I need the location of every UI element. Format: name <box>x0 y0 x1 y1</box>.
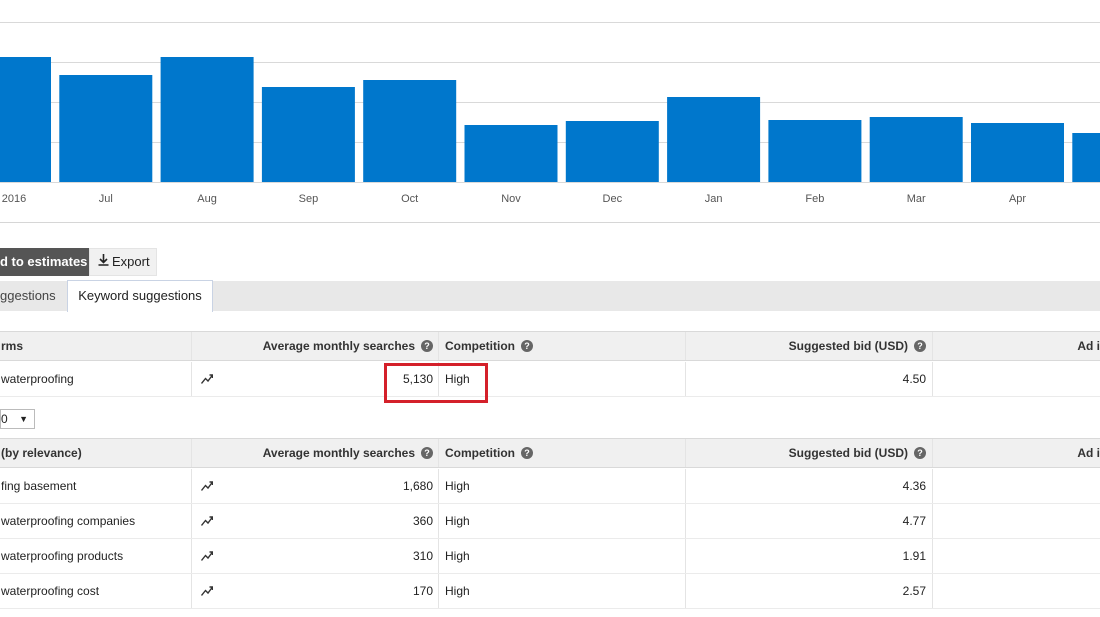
help-icon[interactable]: ? <box>421 340 433 352</box>
table-row: waterproofing companies 360 High 4.77 <box>0 504 1100 539</box>
bar-mar[interactable] <box>869 117 963 182</box>
help-icon[interactable]: ? <box>914 447 926 459</box>
chart-svg: 2016JulAugSepOctNovDecJanFebMarAprM <box>0 22 1100 205</box>
table-row: waterproofing products 310 High 1.91 <box>0 539 1100 574</box>
bar-aug[interactable] <box>160 57 254 182</box>
bar-feb[interactable] <box>768 120 862 182</box>
suggested-bid-cell: 4.50 <box>685 362 932 396</box>
column-header-competition[interactable]: Competition ? <box>438 332 685 360</box>
bar-jan[interactable] <box>667 97 761 182</box>
competition-label: Competition <box>445 339 515 353</box>
trend-icon[interactable] <box>191 362 221 396</box>
chart-divider <box>0 222 1100 223</box>
x-tick-label: Feb <box>805 193 824 205</box>
competition-cell: High <box>438 574 685 608</box>
column-header-suggested-bid[interactable]: Suggested bid (USD) ? <box>685 332 932 360</box>
table-row: waterproofing 5,130 High 4.50 <box>0 362 1100 397</box>
avg-searches-label: Average monthly searches <box>262 339 415 353</box>
avg-searches-cell: 170 <box>412 584 433 598</box>
column-header-suggested-bid[interactable]: Suggested bid (USD) ? <box>685 439 932 467</box>
suggested-bid-cell: 2.57 <box>685 574 932 608</box>
column-header-ad-impression-share[interactable]: Ad i <box>932 439 1100 467</box>
trend-icon[interactable] <box>191 504 221 538</box>
bar-jul[interactable] <box>59 75 153 182</box>
column-header-competition[interactable]: Competition ? <box>438 439 685 467</box>
rows-per-page-value: 0 <box>1 412 8 426</box>
keyword-cell: waterproofing cost <box>1 584 100 598</box>
x-tick-label: Mar <box>907 193 926 205</box>
export-button[interactable]: Export <box>89 248 157 276</box>
competition-cell: High <box>438 504 685 538</box>
x-tick-label: Nov <box>501 193 521 205</box>
suggested-bid-cell: 4.77 <box>685 504 932 538</box>
suggested-bid-label: Suggested bid (USD) <box>788 339 908 353</box>
trend-icon[interactable] <box>191 539 221 573</box>
column-header-avg-searches[interactable]: Average monthly searches ? <box>191 439 438 467</box>
x-tick-label: Apr <box>1009 193 1026 205</box>
bar-dec[interactable] <box>565 121 659 182</box>
x-tick-label: Sep <box>299 193 319 205</box>
highlight-box <box>384 363 488 403</box>
bar-2016[interactable] <box>0 57 51 182</box>
suggested-bid-cell: 4.36 <box>685 469 932 503</box>
column-header-keyword-relevance[interactable]: (by relevance) <box>0 439 191 467</box>
help-icon[interactable]: ? <box>914 340 926 352</box>
results-tabbar: ggestions Keyword suggestions <box>0 280 1100 312</box>
suggested-bid-cell: 1.91 <box>685 539 932 573</box>
search-terms-header: rms Average monthly searches ? Competiti… <box>0 331 1100 361</box>
keyword-cell: waterproofing companies <box>1 514 136 528</box>
x-tick-label: Oct <box>401 193 418 205</box>
trend-icon[interactable] <box>191 469 221 503</box>
x-tick-label: Dec <box>603 193 623 205</box>
ad-impression-cell <box>932 574 1100 608</box>
suggested-bid-label: Suggested bid (USD) <box>788 446 908 460</box>
keyword-cell: waterproofing products <box>1 549 124 563</box>
x-tick-label: Jan <box>705 193 723 205</box>
help-icon[interactable]: ? <box>521 340 533 352</box>
column-header-ad-impression-share[interactable]: Ad i <box>932 332 1100 360</box>
bar-oct[interactable] <box>363 80 457 182</box>
search-volume-chart: 2016JulAugSepOctNovDecJanFebMarAprM <box>0 0 1100 222</box>
ad-impression-cell <box>932 504 1100 538</box>
table-row: fing basement 1,680 High 4.36 <box>0 469 1100 504</box>
avg-searches-cell: 310 <box>412 549 433 563</box>
avg-searches-cell: 1,680 <box>402 479 433 493</box>
ad-impression-cell <box>932 539 1100 573</box>
bar-m[interactable] <box>1072 133 1100 182</box>
avg-searches-cell: 360 <box>412 514 433 528</box>
x-tick-label: 2016 <box>2 193 26 205</box>
help-icon[interactable]: ? <box>521 447 533 459</box>
bar-sep[interactable] <box>261 87 355 182</box>
x-tick-label: Aug <box>197 193 217 205</box>
trend-icon[interactable] <box>191 574 221 608</box>
column-header-avg-searches[interactable]: Average monthly searches ? <box>191 332 438 360</box>
download-icon <box>98 249 109 275</box>
x-tick-label: Jul <box>99 193 113 205</box>
tab-ad-group-ideas[interactable]: ggestions <box>0 281 56 311</box>
competition-cell: High <box>438 469 685 503</box>
tab-keyword-suggestions[interactable]: Keyword suggestions <box>67 280 213 312</box>
add-to-estimates-button[interactable]: d to estimates <box>0 248 89 276</box>
competition-cell: High <box>438 539 685 573</box>
competition-label: Competition <box>445 446 515 460</box>
help-icon[interactable]: ? <box>421 447 433 459</box>
avg-searches-label: Average monthly searches <box>262 446 415 460</box>
column-header-term[interactable]: rms <box>0 332 191 360</box>
rows-per-page-select[interactable]: 0 ▼ <box>0 409 35 429</box>
ad-impression-cell <box>932 469 1100 503</box>
keyword-cell: fing basement <box>1 479 77 493</box>
bar-apr[interactable] <box>971 123 1064 182</box>
keyword-cell: waterproofing <box>1 372 74 386</box>
export-label: Export <box>112 254 150 269</box>
keyword-planner-view: 2016JulAugSepOctNovDecJanFebMarAprM d to… <box>0 0 1100 617</box>
table-row: waterproofing cost 170 High 2.57 <box>0 574 1100 609</box>
bar-nov[interactable] <box>464 125 558 182</box>
chevron-down-icon: ▼ <box>19 414 28 424</box>
keyword-ideas-header: (by relevance) Average monthly searches … <box>0 438 1100 468</box>
ad-impression-cell <box>932 362 1100 396</box>
